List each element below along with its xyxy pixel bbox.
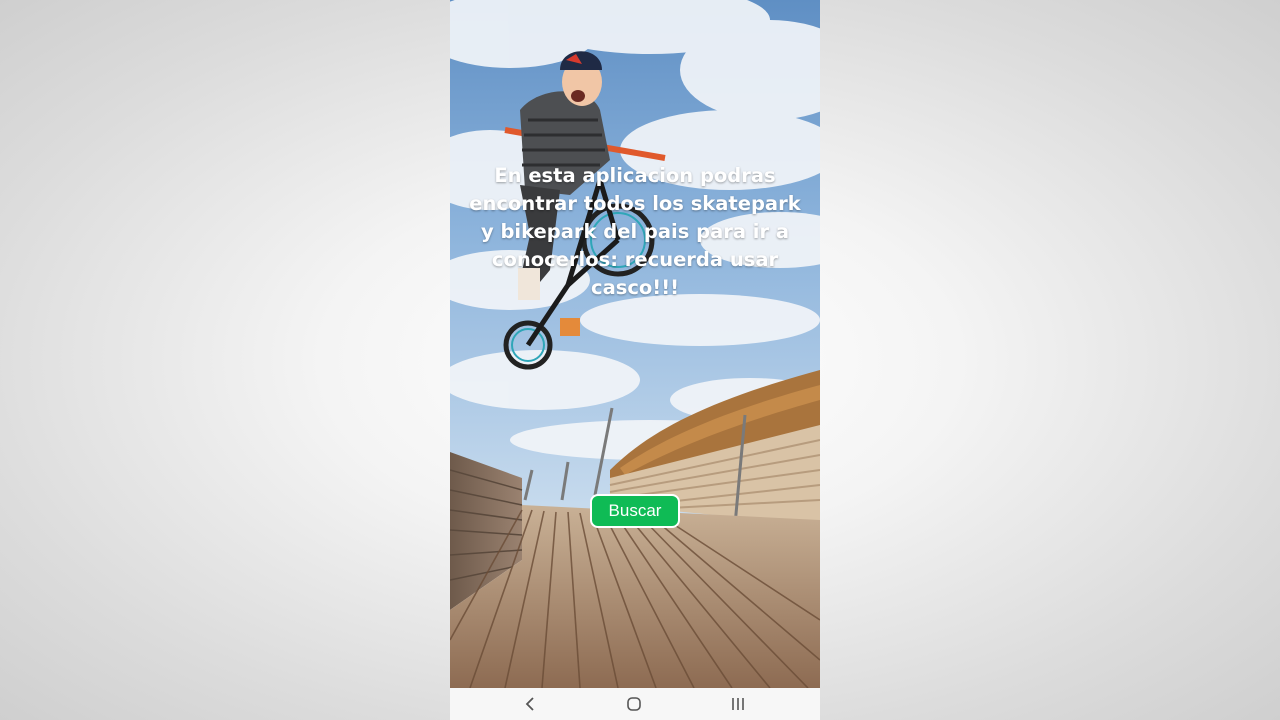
welcome-message: En esta aplicacion podras encontrar todo… [469,164,801,299]
phone-screen: En esta aplicacion podras encontrar todo… [450,0,820,720]
back-chevron-icon[interactable] [510,688,550,720]
recents-lines-icon[interactable] [718,688,758,720]
system-navigation-bar [450,688,820,720]
background-photo [450,0,820,688]
home-circle-icon[interactable] [614,688,654,720]
search-button[interactable]: Buscar [590,494,680,528]
